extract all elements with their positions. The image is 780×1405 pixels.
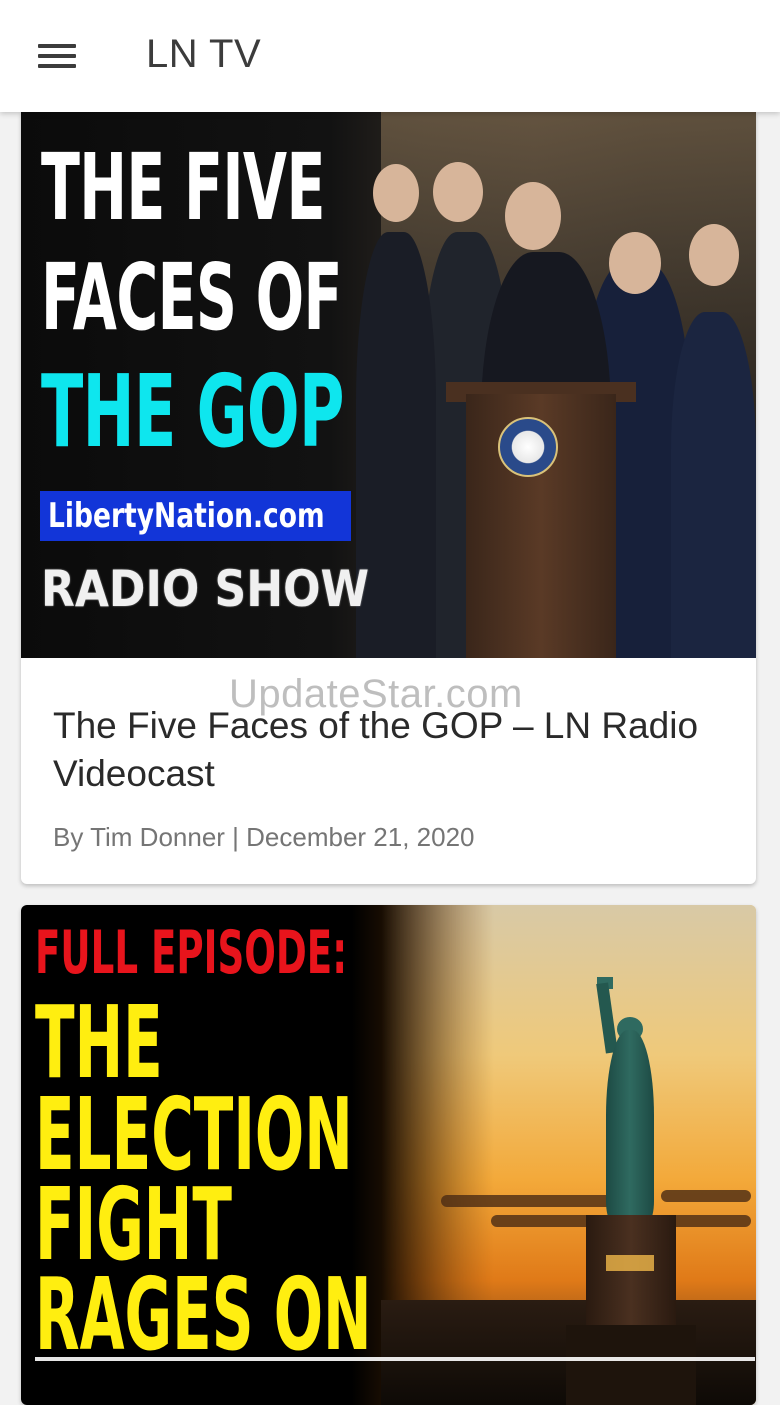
article-body: UpdateStar.com The Five Faces of the GOP…: [21, 658, 756, 853]
app-bar: LN TV: [0, 0, 780, 112]
thumbnail-headline-line: FULL EPISODE:: [35, 918, 348, 988]
thumbnail-headline-line: THE FIVE: [41, 134, 325, 241]
article-card[interactable]: THE FIVE FACES OF THE GOP LibertyNation.…: [21, 112, 756, 884]
thumbnail-badge: LibertyNation.com: [40, 491, 351, 541]
statue-of-liberty-image: [606, 1030, 654, 1220]
thumbnail-headline-line: RAGES ON: [35, 1256, 372, 1373]
article-thumbnail[interactable]: THE FIVE FACES OF THE GOP LibertyNation.…: [21, 112, 756, 658]
thumbnail-subtitle-cutoff: [35, 1357, 755, 1405]
thumbnail-headline-line: THE GOP: [41, 353, 344, 470]
article-meta: By Tim Donner | December 21, 2020: [53, 822, 475, 852]
watermark: UpdateStar.com: [229, 672, 523, 716]
article-card[interactable]: FULL EPISODE: THE ELECTION FIGHT RAGES O…: [21, 905, 756, 1405]
thumbnail-headline-line: FACES OF: [41, 244, 342, 351]
article-thumbnail[interactable]: FULL EPISODE: THE ELECTION FIGHT RAGES O…: [21, 905, 756, 1405]
app-title: LN TV: [146, 32, 262, 76]
hamburger-menu-icon[interactable]: [30, 34, 84, 78]
thumbnail-footer: RADIO SHOW: [41, 560, 370, 618]
thumbnail-badge-text: LibertyNation.com: [48, 496, 325, 536]
